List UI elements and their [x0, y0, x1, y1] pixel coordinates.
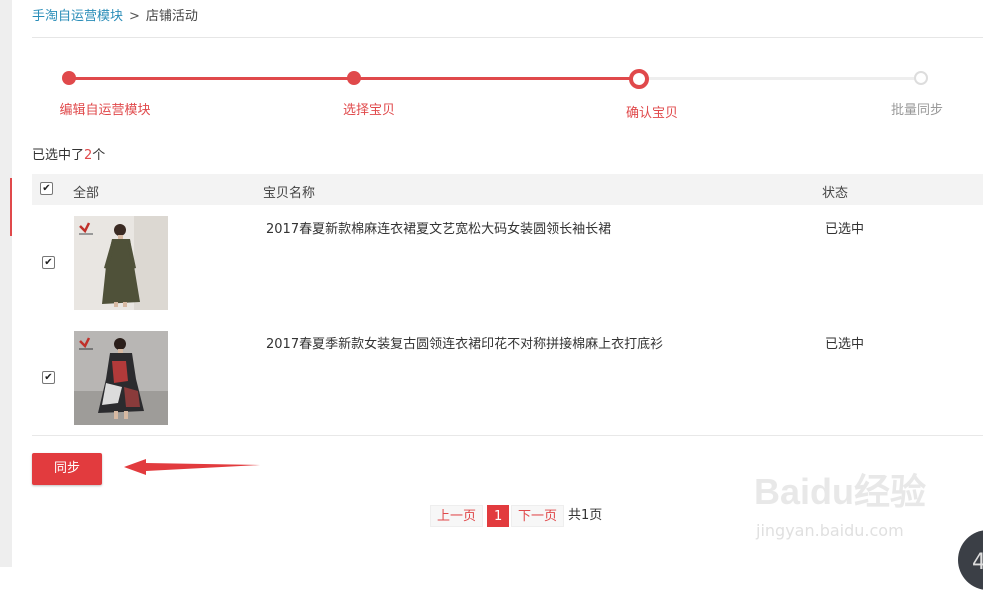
step-line-todo: [639, 77, 921, 80]
header-divider: [32, 37, 983, 38]
step-dot-1: [62, 71, 76, 85]
step-dot-4: [914, 71, 928, 85]
product-status: 已选中: [825, 337, 865, 352]
header-name: 宝贝名称: [263, 186, 316, 201]
select-all-checkbox[interactable]: ✔: [40, 182, 53, 195]
step-label-3: 确认宝贝: [625, 106, 679, 121]
breadcrumb-link[interactable]: 手淘自运营模块: [32, 9, 123, 24]
row-checkbox[interactable]: ✔: [42, 371, 55, 384]
left-sidebar-strip: [0, 0, 12, 567]
selected-count: 已选中了2个: [32, 144, 105, 163]
corner-badge-text: 4: [972, 550, 983, 575]
step-dot-2: [347, 71, 361, 85]
corner-badge[interactable]: 4: [958, 530, 983, 590]
step-label-1: 编辑自运营模块: [59, 103, 151, 118]
sync-button[interactable]: 同步: [32, 453, 102, 485]
product-status: 已选中: [825, 222, 865, 237]
table-header: ✔ 全部 宝贝名称 状态: [32, 174, 983, 205]
watermark-logo: Baidu经验: [754, 471, 927, 512]
left-active-indicator: [10, 178, 12, 236]
step-label-2: 选择宝贝: [342, 103, 396, 118]
selected-count-suffix: 个: [92, 148, 106, 163]
table-row: ✔ 2017春夏新款棉麻连衣裙夏文艺宽松大码女装圆领长袖长裙 已选中: [32, 205, 983, 321]
step-label-4: 批量同步: [890, 103, 944, 118]
table-row: ✔ 2017春夏季新款女装复古圆领连衣裙印花不对称拼接棉麻上衣打底衫 已选中: [32, 320, 983, 436]
breadcrumb-current: 店铺活动: [145, 9, 198, 24]
step-dot-3-current: [629, 69, 649, 89]
prev-page-button[interactable]: 上一页: [430, 505, 484, 527]
watermark: Baidu经验 jingyan.baidu.com: [754, 463, 927, 540]
header-status: 状态: [822, 186, 849, 201]
arrow-left-icon: [124, 459, 260, 475]
page-total: 共1页: [568, 508, 603, 523]
selected-count-prefix: 已选中了: [32, 148, 85, 163]
header-all: 全部: [73, 186, 100, 201]
breadcrumb-separator: >: [129, 9, 140, 24]
watermark-url: jingyan.baidu.com: [756, 521, 904, 540]
product-thumbnail[interactable]: [74, 331, 168, 425]
page-1-button[interactable]: 1: [487, 505, 510, 527]
breadcrumb: 手淘自运营模块 > 店铺活动: [32, 8, 198, 26]
product-thumbnail[interactable]: [74, 216, 168, 310]
dress-image-green: [74, 216, 168, 310]
next-page-button[interactable]: 下一页: [511, 505, 565, 527]
product-title[interactable]: 2017春夏季新款女装复古圆领连衣裙印花不对称拼接棉麻上衣打底衫: [266, 333, 663, 352]
row-checkbox[interactable]: ✔: [42, 256, 55, 269]
pagination: 上一页 1 下一页 共1页: [430, 505, 620, 527]
product-title[interactable]: 2017春夏新款棉麻连衣裙夏文艺宽松大码女装圆领长袖长裙: [266, 218, 611, 237]
dress-image-print: [74, 331, 168, 425]
